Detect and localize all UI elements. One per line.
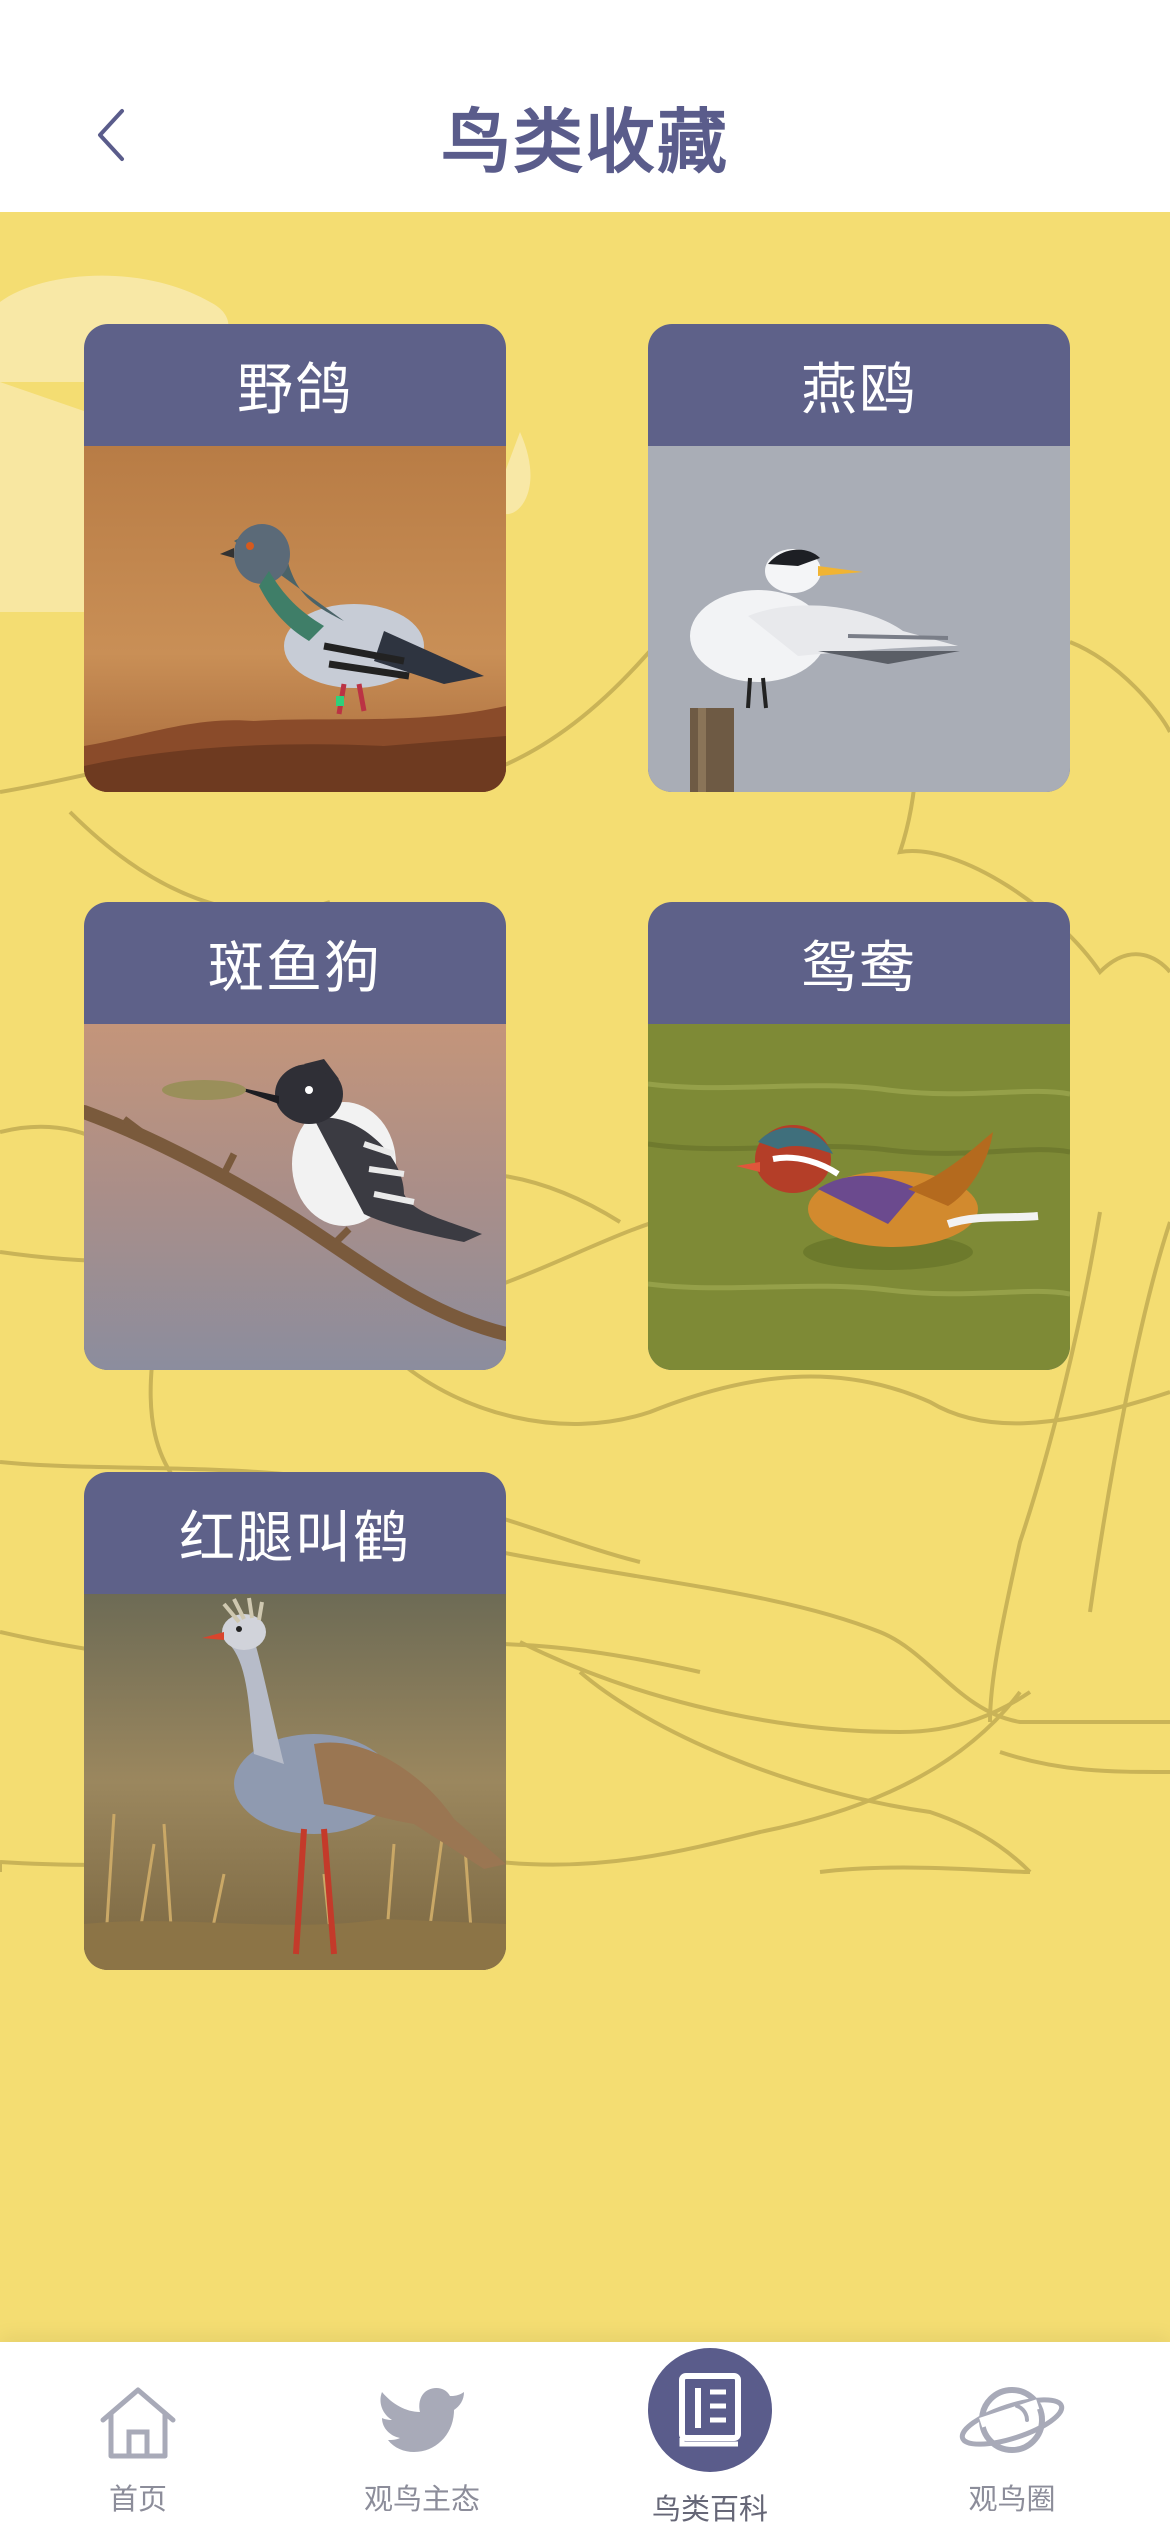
tern-photo <box>648 446 1070 792</box>
tab-bird-ecology[interactable]: 观鸟主态 <box>312 2342 532 2532</box>
tab-bird-circle[interactable]: 观鸟圈 <box>902 2342 1122 2532</box>
active-tab-highlight <box>648 2348 772 2472</box>
bird-card-title: 鸳鸯 <box>801 935 917 1001</box>
book-icon <box>679 2373 741 2447</box>
mandarin-duck-photo <box>648 1024 1070 1370</box>
bird-card-title: 斑鱼狗 <box>208 935 382 1001</box>
tab-home[interactable]: 首页 <box>28 2342 248 2532</box>
tab-bird-encyclopedia[interactable]: 鸟类百科 <box>600 2342 820 2532</box>
tab-label: 首页 <box>108 2482 167 2516</box>
home-icon <box>100 2387 176 2459</box>
bird-card-pigeon[interactable]: 野鸽 <box>84 324 506 792</box>
bottom-tab-bar: 首页 观鸟主态 鸟类百科 观鸟圈 <box>0 2342 1170 2532</box>
bird-card-mandarin-duck[interactable]: 鸳鸯 <box>648 902 1070 1370</box>
pigeon-photo <box>84 446 506 792</box>
planet-icon <box>959 2387 1065 2453</box>
tab-label: 鸟类百科 <box>651 2492 768 2526</box>
tab-label: 观鸟圈 <box>968 2482 1056 2516</box>
bird-card-seriema[interactable]: 红腿叫鹤 <box>84 1472 506 1970</box>
top-header: 鸟类收藏 <box>0 0 1170 212</box>
seriema-photo <box>84 1594 506 1970</box>
page-title: 鸟类收藏 <box>441 101 729 183</box>
bird-card-tern[interactable]: 燕鸥 <box>648 324 1070 792</box>
collection-grid: 野鸽 燕鸥 斑鱼狗 鸳鸯 红腿叫鹤 <box>0 212 1170 2342</box>
bird-card-title: 红腿叫鹤 <box>179 1505 411 1571</box>
bird-card-title: 野鸽 <box>237 357 353 423</box>
bird-card-title: 燕鸥 <box>801 357 917 423</box>
bird-icon <box>380 2388 464 2452</box>
bird-card-kingfisher[interactable]: 斑鱼狗 <box>84 902 506 1370</box>
kingfisher-photo <box>84 1024 506 1370</box>
tab-label: 观鸟主态 <box>363 2482 480 2516</box>
